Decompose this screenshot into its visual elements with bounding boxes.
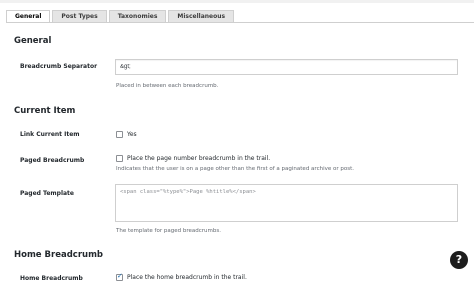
paged-breadcrumb-checkbox[interactable] bbox=[116, 155, 123, 162]
help-button[interactable]: ? bbox=[450, 251, 468, 269]
section-title-general: General bbox=[14, 36, 52, 46]
paged-template-description: The template for paged breadcrumbs. bbox=[116, 228, 221, 234]
top-border bbox=[0, 0, 474, 3]
paged-template-textarea[interactable]: <span class="%type%">Page %htitle%</span… bbox=[115, 184, 458, 222]
home-breadcrumb-label: Home Breadcrumb bbox=[20, 275, 83, 282]
separator-description: Placed in between each breadcrumb. bbox=[116, 83, 219, 89]
separator-input[interactable] bbox=[115, 59, 458, 75]
link-current-item-label: Link Current Item bbox=[20, 131, 80, 138]
link-current-item-checkbox-label: Yes bbox=[127, 131, 137, 138]
paged-breadcrumb-description: Indicates that the user is on a page oth… bbox=[116, 166, 354, 172]
paged-breadcrumb-label: Paged Breadcrumb bbox=[20, 157, 85, 164]
link-current-item-checkbox[interactable] bbox=[116, 131, 123, 138]
separator-label: Breadcrumb Separator bbox=[20, 63, 98, 70]
paged-breadcrumb-checkbox-label: Place the page number breadcrumb in the … bbox=[127, 155, 271, 162]
section-title-current-item: Current Item bbox=[14, 106, 76, 116]
home-breadcrumb-checkbox-label: Place the home breadcrumb in the trail. bbox=[127, 274, 247, 281]
section-title-home-breadcrumb: Home Breadcrumb bbox=[14, 250, 104, 260]
paged-template-label: Paged Template bbox=[20, 190, 74, 197]
home-breadcrumb-checkbox[interactable] bbox=[116, 272, 123, 281]
